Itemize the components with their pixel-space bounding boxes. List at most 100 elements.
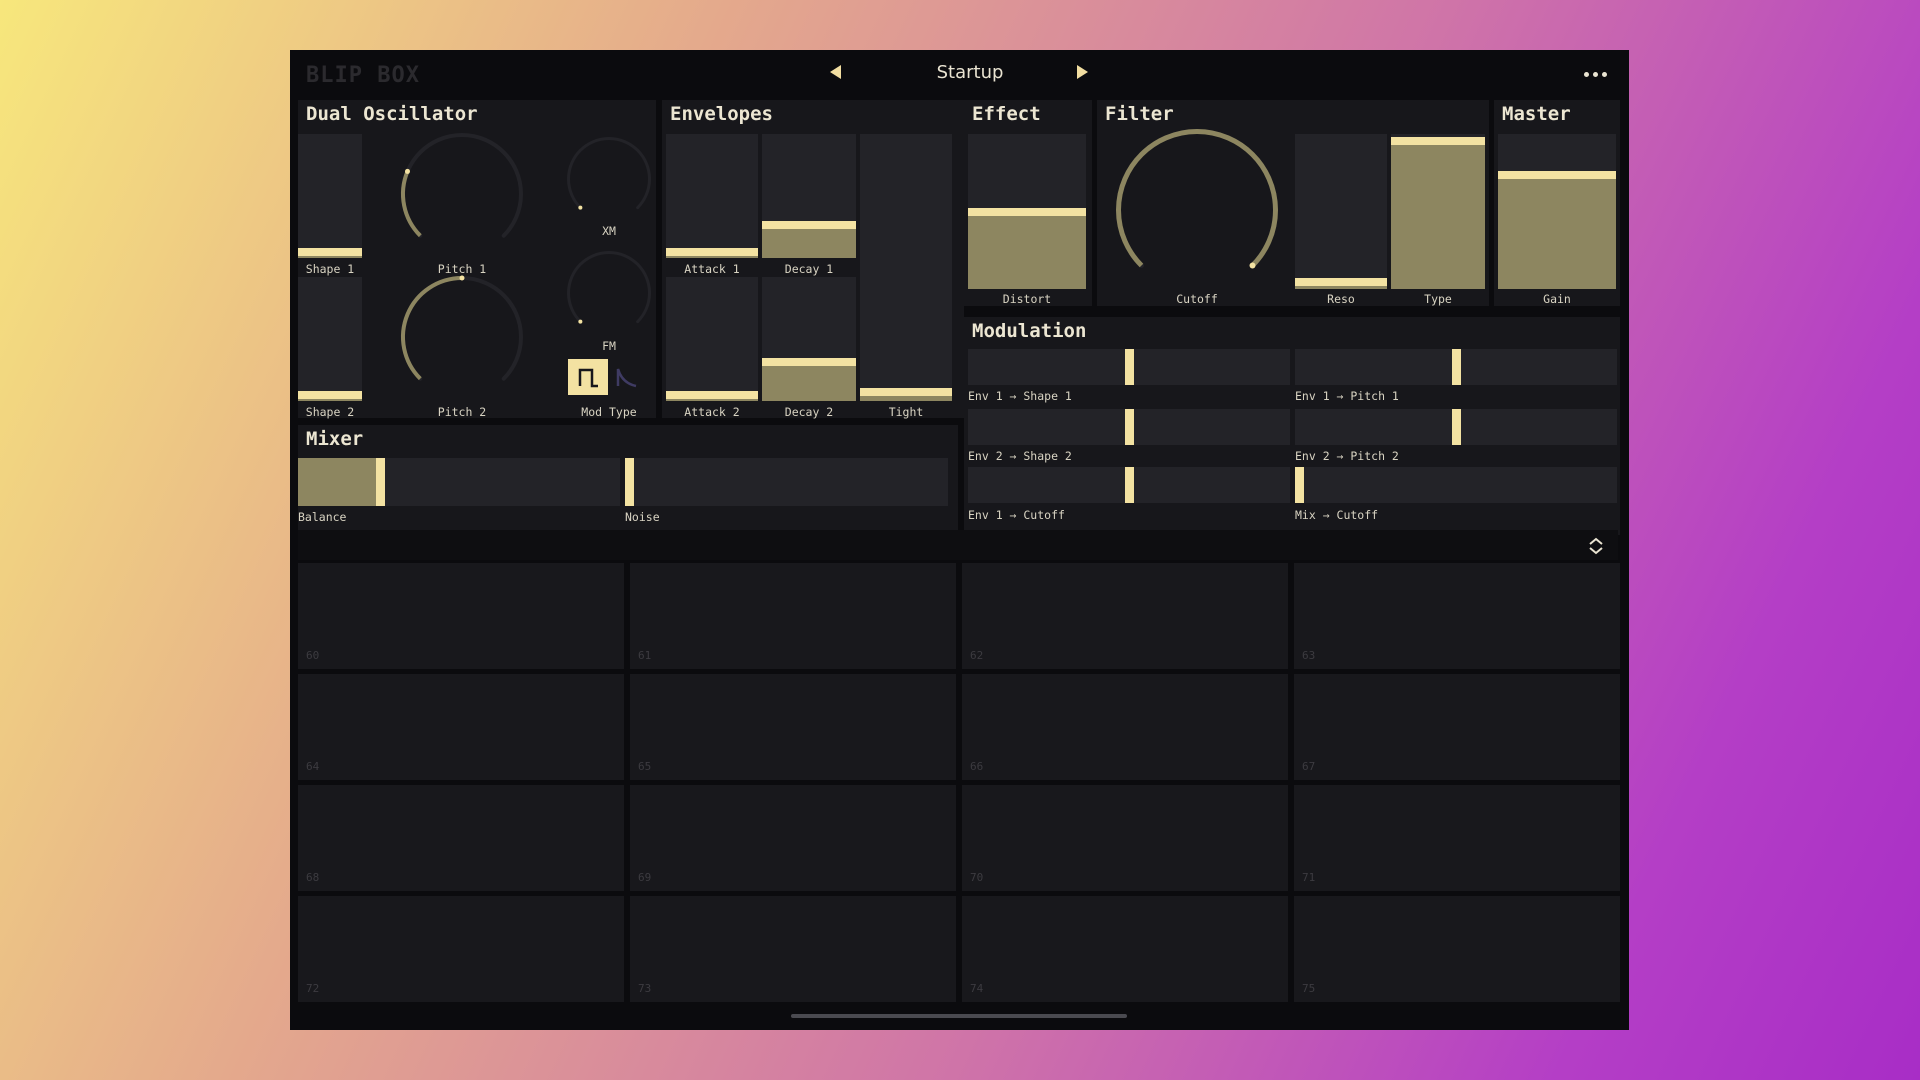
fm-label: FM	[602, 339, 616, 353]
decay-1-slider[interactable]	[762, 134, 856, 258]
pitch-1-knob[interactable]	[398, 130, 526, 258]
master-panel: Master Gain	[1494, 100, 1620, 306]
pad-62[interactable]: 62	[962, 563, 1288, 669]
pad-73[interactable]: 73	[630, 896, 956, 1002]
shape-2-slider[interactable]	[298, 277, 362, 401]
knob-indicator	[404, 168, 410, 174]
gain-label: Gain	[1543, 292, 1571, 306]
pad-note-label: 67	[1302, 760, 1316, 773]
mod-type-label: Mod Type	[581, 405, 637, 419]
mod-env2-pitch2-slider[interactable]	[1295, 409, 1617, 445]
pad-65[interactable]: 65	[630, 674, 956, 780]
gain-slider[interactable]	[1498, 134, 1616, 289]
mod-env1-cutoff-slider[interactable]	[968, 467, 1290, 503]
filter-title: Filter	[1105, 103, 1174, 125]
pad-note-label: 71	[1302, 871, 1316, 884]
knob-indicator	[578, 205, 583, 210]
mod-mix-cutoff-slider[interactable]	[1295, 467, 1617, 503]
pad-64[interactable]: 64	[298, 674, 624, 780]
attack-1-slider[interactable]	[666, 134, 758, 258]
decay-2-slider[interactable]	[762, 277, 856, 401]
pad-68[interactable]: 68	[298, 785, 624, 891]
knob-indicator	[1249, 262, 1256, 269]
square-wave-icon	[578, 368, 598, 388]
pad-60[interactable]: 60	[298, 563, 624, 669]
knob-value-arc	[1116, 129, 1278, 268]
shape-1-label: Shape 1	[305, 262, 355, 276]
pad-note-label: 75	[1302, 982, 1316, 995]
mod-env1-pitch1-slider[interactable]	[1295, 349, 1617, 385]
pad-63[interactable]: 63	[1294, 563, 1620, 669]
distort-slider[interactable]	[968, 134, 1086, 289]
home-indicator	[791, 1014, 1127, 1018]
decay-curve-icon	[616, 368, 637, 388]
pitch-2-knob[interactable]	[398, 273, 526, 401]
reso-slider[interactable]	[1295, 134, 1387, 289]
master-title: Master	[1502, 103, 1571, 125]
tight-label: Tight	[888, 405, 924, 419]
modulation-title: Modulation	[972, 320, 1087, 342]
noise-label: Noise	[625, 510, 660, 524]
pad-61[interactable]: 61	[630, 563, 956, 669]
pad-note-label: 65	[638, 760, 652, 773]
reso-label: Reso	[1327, 292, 1355, 306]
mod-mix-cutoff-label: Mix → Cutoff	[1295, 508, 1379, 522]
pad-note-label: 63	[1302, 649, 1316, 662]
pad-note-label: 61	[638, 649, 652, 662]
knob-indicator	[578, 319, 583, 324]
attack-2-slider[interactable]	[666, 277, 758, 401]
cutoff-knob[interactable]	[1113, 126, 1281, 294]
dual-oscillator-title: Dual Oscillator	[306, 103, 478, 125]
filter-type-label: Type	[1424, 292, 1452, 306]
dual-oscillator-panel: Dual Oscillator Shape 1 Shape 2 Pitch 1 …	[298, 100, 656, 419]
pad-74[interactable]: 74	[962, 896, 1288, 1002]
prev-preset-icon[interactable]	[830, 65, 841, 79]
effect-panel: Effect Distort	[964, 100, 1092, 306]
pad-note-label: 74	[970, 982, 984, 995]
mod-env2-shape2-slider[interactable]	[968, 409, 1290, 445]
shape-2-label: Shape 2	[305, 405, 355, 419]
cutoff-label: Cutoff	[1176, 292, 1218, 306]
next-preset-icon[interactable]	[1077, 65, 1088, 79]
app-title: BLIP BOX	[306, 63, 420, 88]
effect-title: Effect	[972, 103, 1041, 125]
pad-67[interactable]: 67	[1294, 674, 1620, 780]
pad-69[interactable]: 69	[630, 785, 956, 891]
mixer-title: Mixer	[306, 428, 364, 450]
pad-note-label: 70	[970, 871, 984, 884]
preset-name[interactable]: Startup	[870, 62, 1070, 83]
pad-note-label: 73	[638, 982, 652, 995]
xm-label: XM	[602, 224, 616, 238]
fm-knob[interactable]	[564, 248, 654, 338]
pad-66[interactable]: 66	[962, 674, 1288, 780]
mixer-panel: Mixer Balance Noise	[298, 425, 958, 535]
mod-env1-cutoff-label: Env 1 → Cutoff	[968, 508, 1065, 522]
chevron-up-down-icon[interactable]	[1586, 536, 1606, 556]
tight-slider[interactable]	[860, 134, 952, 401]
more-menu-icon[interactable]	[1580, 64, 1610, 84]
blip-box-app: BLIP BOX Startup Dual Oscillator Shape 1…	[290, 50, 1629, 1030]
mod-env2-pitch2-label: Env 2 → Pitch 2	[1295, 449, 1399, 463]
mod-env1-shape1-slider[interactable]	[968, 349, 1290, 385]
noise-slider[interactable]	[625, 458, 948, 506]
pad-note-label: 64	[306, 760, 320, 773]
square-wave-button[interactable]	[568, 359, 608, 395]
distort-label: Distort	[1002, 292, 1052, 306]
pad-note-label: 68	[306, 871, 320, 884]
balance-slider[interactable]	[298, 458, 620, 506]
pad-70[interactable]: 70	[962, 785, 1288, 891]
envelopes-panel: Envelopes Attack 1 Decay 1 Attack 2 Deca…	[662, 100, 964, 419]
pad-72[interactable]: 72	[298, 896, 624, 1002]
decay-curve-button[interactable]	[610, 359, 650, 395]
pad-71[interactable]: 71	[1294, 785, 1620, 891]
filter-type-slider[interactable]	[1391, 134, 1485, 289]
mod-env1-shape1-label: Env 1 → Shape 1	[968, 389, 1072, 403]
knob-track	[567, 251, 651, 324]
pad-note-label: 62	[970, 649, 984, 662]
xm-knob[interactable]	[564, 134, 654, 224]
shape-1-slider[interactable]	[298, 134, 362, 258]
knob-value-arc	[401, 170, 422, 238]
pad-75[interactable]: 75	[1294, 896, 1620, 1002]
knob-value-arc	[401, 276, 463, 381]
pad-note-label: 66	[970, 760, 984, 773]
